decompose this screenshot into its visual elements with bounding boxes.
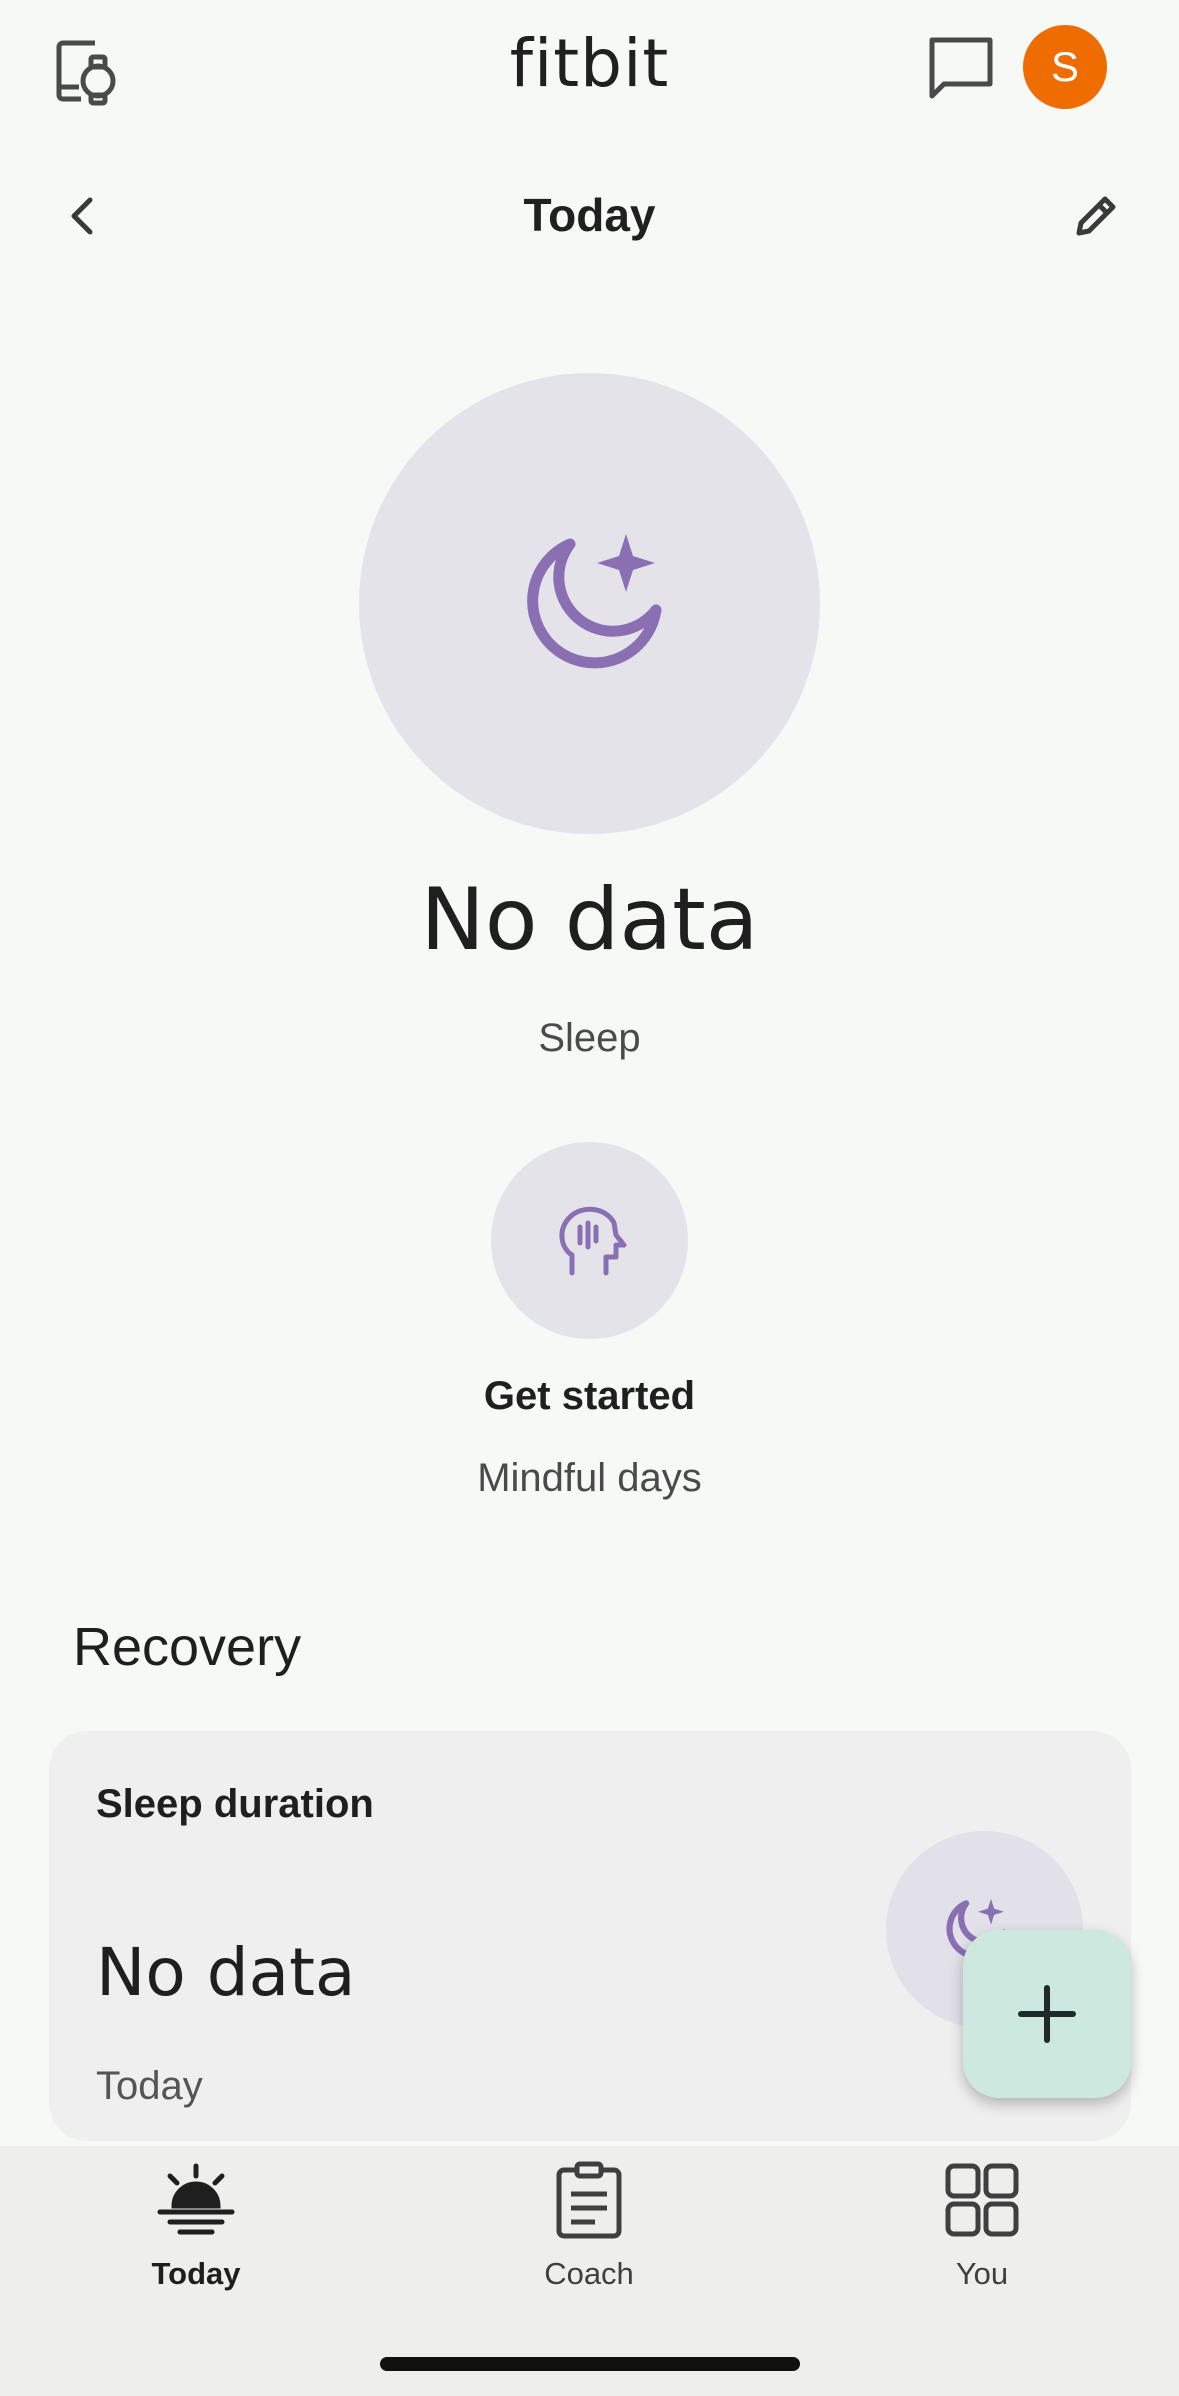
sleep-hero-circle[interactable] — [359, 373, 820, 834]
moon-star-icon — [526, 533, 661, 668]
nav-item-today[interactable]: Today — [76, 2160, 316, 2300]
edit-icon[interactable] — [1064, 184, 1128, 248]
mindful-days-circle[interactable] — [491, 1142, 688, 1339]
plus-icon — [1018, 1985, 1076, 2043]
nav-item-coach[interactable]: Coach — [469, 2160, 709, 2300]
mindful-label: Mindful days — [477, 1456, 702, 1500]
nav-label-coach: Coach — [544, 2256, 634, 2291]
page-title: Today — [523, 189, 656, 241]
sunrise-icon — [156, 2160, 236, 2240]
nav-item-you[interactable]: You — [862, 2160, 1102, 2300]
home-indicator[interactable] — [380, 2357, 800, 2371]
nav-label-you: You — [955, 2256, 1009, 2291]
sleep-label: Sleep — [538, 1016, 641, 1060]
message-icon[interactable] — [918, 26, 1004, 112]
recovery-section-title: Recovery — [73, 1617, 302, 1677]
grid-icon — [942, 2160, 1022, 2240]
card-title: Sleep duration — [96, 1782, 374, 1826]
mind-icon — [559, 1206, 626, 1275]
clipboard-icon — [549, 2160, 629, 2240]
sleep-value: No data — [420, 870, 759, 970]
card-value: No data — [96, 1934, 356, 2011]
avatar[interactable]: S — [1023, 25, 1107, 109]
add-fab-button[interactable] — [963, 1930, 1131, 2098]
mindful-status: Get started — [483, 1374, 696, 1418]
card-subtitle: Today — [96, 2064, 203, 2108]
nav-label-today: Today — [151, 2256, 241, 2291]
